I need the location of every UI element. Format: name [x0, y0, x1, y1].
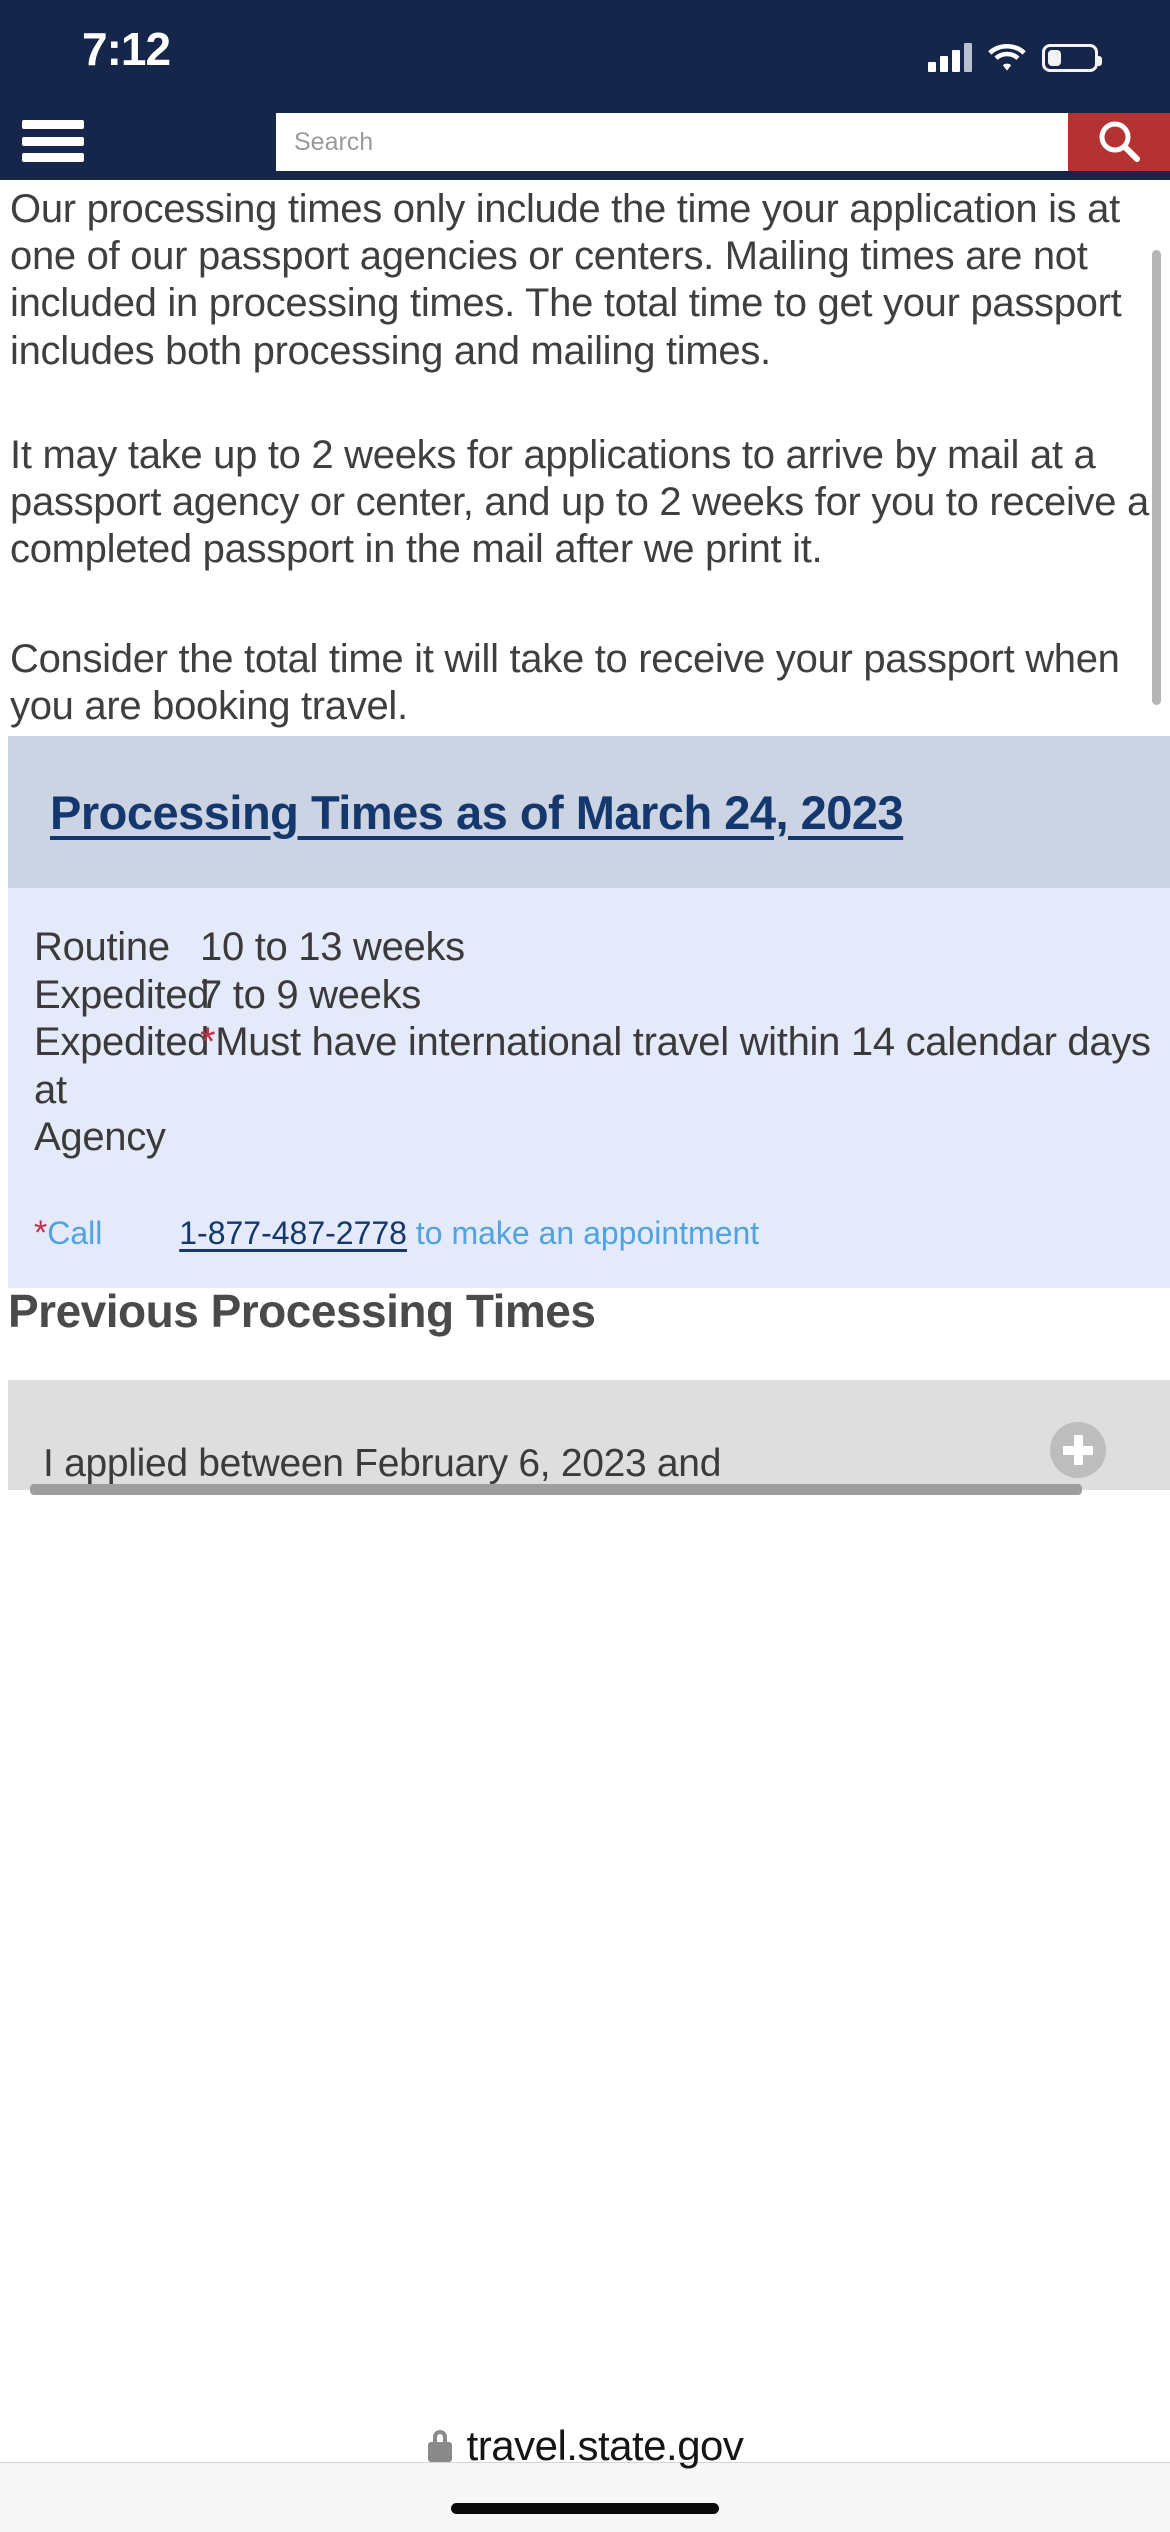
required-asterisk-icon: *	[200, 1020, 216, 1065]
row-label: Routine	[34, 925, 170, 969]
processing-times-header: Processing Times as of March 24, 2023	[8, 736, 1170, 888]
processing-times-heading-link[interactable]: Processing Times as of March 24, 2023	[50, 785, 904, 840]
home-indicator	[451, 2503, 719, 2514]
search-magnifier-icon	[1096, 118, 1142, 167]
row-label: Expedited at Agency	[34, 1020, 210, 1160]
intro-paragraph-3: Consider the total time it will take to …	[10, 637, 1120, 729]
status-bar-clock: 7:12	[82, 23, 171, 75]
status-bar: 7:12	[0, 0, 1170, 100]
phone-screen: 7:12 Search Our processing times only in…	[0, 0, 1170, 2532]
footnote-asterisk-icon: *	[34, 1213, 48, 1252]
battery-icon	[1042, 44, 1102, 72]
hamburger-menu-icon[interactable]	[22, 116, 84, 166]
site-navigation-bar	[0, 100, 1170, 180]
footnote-call-label: Call	[47, 1214, 103, 1251]
wifi-icon	[988, 42, 1026, 72]
previous-processing-times-title: Previous Processing Times	[8, 1285, 596, 1337]
page-content: Our processing times only include the ti…	[0, 180, 1170, 2462]
intro-paragraph-2: It may take up to 2 weeks for applicatio…	[10, 433, 1149, 572]
table-row: Routine 10 to 13 weeks	[8, 924, 1170, 972]
status-bar-indicators	[928, 30, 1102, 72]
row-value: 7 to 9 weeks	[200, 972, 421, 1017]
cellular-signal-icon	[928, 42, 972, 72]
accordion-panel: I applied between February 6, 2023 and	[8, 1380, 1170, 1495]
table-row: Expedited 7 to 9 weeks	[8, 972, 1170, 1020]
search-input[interactable]	[276, 113, 1068, 171]
browser-url-bar[interactable]: travel.state.gov	[0, 2422, 1170, 2532]
intro-paragraph-1: Our processing times only include the ti…	[10, 187, 1122, 373]
row-label: Expedited	[34, 972, 210, 1017]
row-value-text: Must have international travel within 14…	[215, 1020, 1151, 1065]
accordion-item-label: I applied between February 6, 2023 and	[43, 1442, 722, 1485]
accordion-divider	[30, 1484, 1082, 1495]
lock-icon	[427, 2430, 453, 2462]
appointment-footnote: *Call 1-877-487-2778 to make an appointme…	[8, 1212, 1170, 1255]
processing-times-table: Routine 10 to 13 weeks Expedited 7 to 9 …	[8, 888, 1170, 1289]
plus-circle-icon[interactable]	[1050, 1422, 1106, 1478]
site-search	[276, 113, 1170, 171]
row-value: *Must have international travel within 1…	[200, 1019, 1170, 1162]
row-value: 10 to 13 weeks	[200, 925, 465, 969]
table-row: Expedited at Agency *Must have internati…	[8, 1019, 1170, 1162]
footnote-suffix: to make an appointment	[415, 1214, 760, 1251]
processing-times-box: Processing Times as of March 24, 2023 Ro…	[8, 736, 1170, 1289]
search-submit-button[interactable]	[1068, 113, 1170, 171]
url-text: travel.state.gov	[466, 2422, 744, 2469]
page-scrollbar[interactable]	[1152, 250, 1161, 705]
phone-number-link[interactable]: 1-877-487-2778	[179, 1215, 407, 1251]
